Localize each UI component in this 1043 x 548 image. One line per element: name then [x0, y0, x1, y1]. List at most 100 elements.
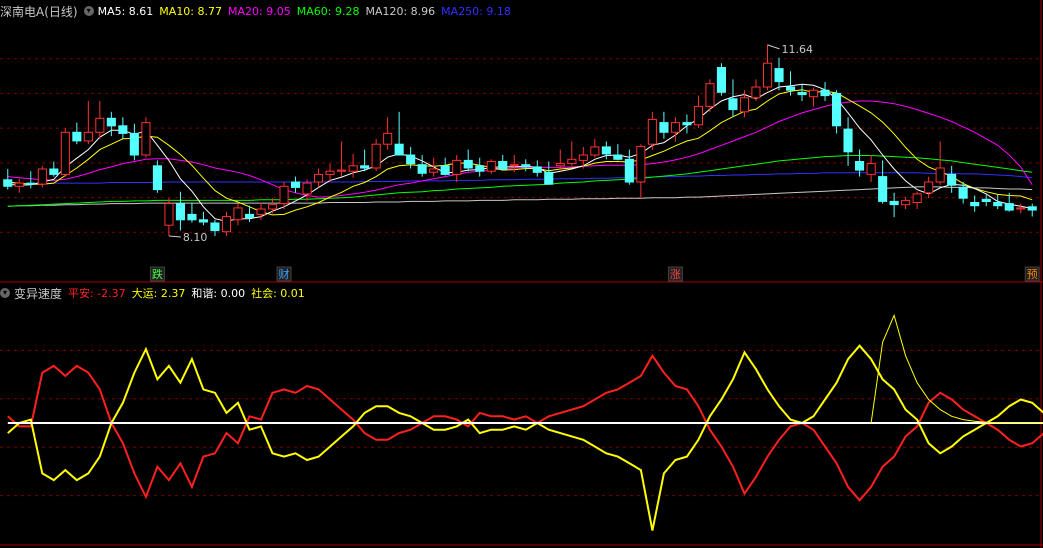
candle: [452, 155, 462, 182]
candle-body: [129, 132, 139, 156]
candle-body: [498, 161, 508, 170]
candle: [221, 211, 231, 236]
candle: [924, 176, 934, 199]
candle-body: [452, 159, 462, 175]
candle: [37, 165, 47, 188]
candle-body: [728, 98, 738, 111]
candle-body: [268, 204, 278, 210]
candle-body: [152, 165, 162, 191]
event-marker: 财: [276, 266, 292, 282]
candle-body: [682, 122, 692, 126]
candle: [682, 114, 692, 134]
candle-body: [924, 181, 934, 194]
candle-body: [360, 165, 370, 169]
candle-body: [935, 167, 945, 183]
candle: [809, 87, 819, 107]
candle: [95, 101, 105, 139]
candle: [83, 101, 93, 145]
candle-body: [532, 166, 542, 173]
candle-body: [394, 143, 404, 156]
candle: [889, 192, 899, 218]
candle: [797, 84, 807, 101]
kline-chart[interactable]: 11.64 8.10 跌 财 涨 预: [0, 0, 1043, 548]
candle-body: [647, 118, 657, 145]
candle-body: [383, 132, 393, 145]
ma20-label: MA20: 9.05: [228, 4, 291, 18]
candle-body: [590, 146, 600, 156]
candle-body: [256, 208, 266, 215]
candle: [72, 122, 82, 145]
candle: [360, 149, 370, 172]
candle: [291, 176, 301, 193]
candle-body: [37, 168, 47, 185]
candle: [716, 63, 727, 96]
candle: [486, 159, 496, 174]
candle: [3, 169, 13, 190]
candle-body: [855, 161, 865, 171]
candle-body: [1027, 206, 1037, 211]
candle-body: [878, 176, 888, 202]
candle: [670, 117, 681, 142]
dayun-label: 大运: 2.37: [131, 287, 186, 300]
candle-body: [221, 216, 231, 233]
candle: [129, 123, 139, 161]
candle-body: [544, 171, 554, 185]
candle: [337, 141, 347, 177]
candle-body: [60, 131, 70, 175]
candle-body: [993, 202, 1003, 207]
candle-body: [164, 203, 174, 226]
candle-body: [509, 164, 519, 167]
candle-body: [417, 164, 427, 174]
candle-body: [475, 165, 485, 172]
indicator-name: 变异速度: [14, 286, 63, 301]
candle-body: [567, 158, 577, 165]
candle: [210, 219, 220, 236]
candle: [820, 82, 830, 101]
event-marker: 预: [1024, 266, 1040, 282]
candle-body: [843, 128, 853, 153]
low-pointer: [168, 235, 181, 238]
candle-body: [981, 198, 991, 203]
candle-body: [279, 185, 289, 205]
candle: [693, 95, 704, 128]
candle: [429, 157, 439, 177]
candle: [544, 161, 554, 185]
candle-body: [820, 89, 830, 97]
candle: [26, 171, 36, 189]
main-grid: [0, 58, 1043, 233]
ma60-label: MA60: 9.28: [296, 4, 360, 18]
candle-body: [406, 154, 416, 165]
candle-body: [429, 168, 439, 173]
candle: [774, 57, 784, 91]
candle-body: [118, 125, 128, 134]
indicator-settings-circle-icon[interactable]: ▾: [0, 288, 10, 298]
candle-body: [440, 165, 450, 175]
event-marker-text: 预: [1027, 268, 1038, 281]
candle: [371, 138, 381, 172]
candle: [1027, 203, 1037, 217]
candle-body: [901, 199, 911, 206]
candle-body: [636, 145, 646, 183]
candle: [763, 44, 773, 91]
candle-body: [175, 203, 185, 221]
candle-body: [739, 97, 750, 113]
candle-body: [49, 168, 59, 175]
candle: [141, 117, 151, 158]
settings-circle-icon[interactable]: ▾: [83, 6, 94, 16]
ma250-label: MA250: 9.18: [441, 4, 511, 18]
candle-body: [912, 193, 922, 203]
candle-body: [302, 182, 312, 195]
candle: [187, 202, 197, 223]
shehui-label: 社会: 0.01: [251, 287, 305, 300]
candle-body: [210, 222, 220, 232]
event-marker-text: 跌: [152, 267, 163, 281]
candle: [417, 155, 427, 177]
candle-body: [187, 213, 197, 221]
candle-body: [670, 122, 681, 133]
candle: [152, 160, 162, 193]
candle-body: [809, 89, 819, 98]
candle: [60, 128, 70, 177]
candle: [613, 144, 623, 161]
candle: [1016, 203, 1026, 214]
candle: [49, 161, 59, 177]
